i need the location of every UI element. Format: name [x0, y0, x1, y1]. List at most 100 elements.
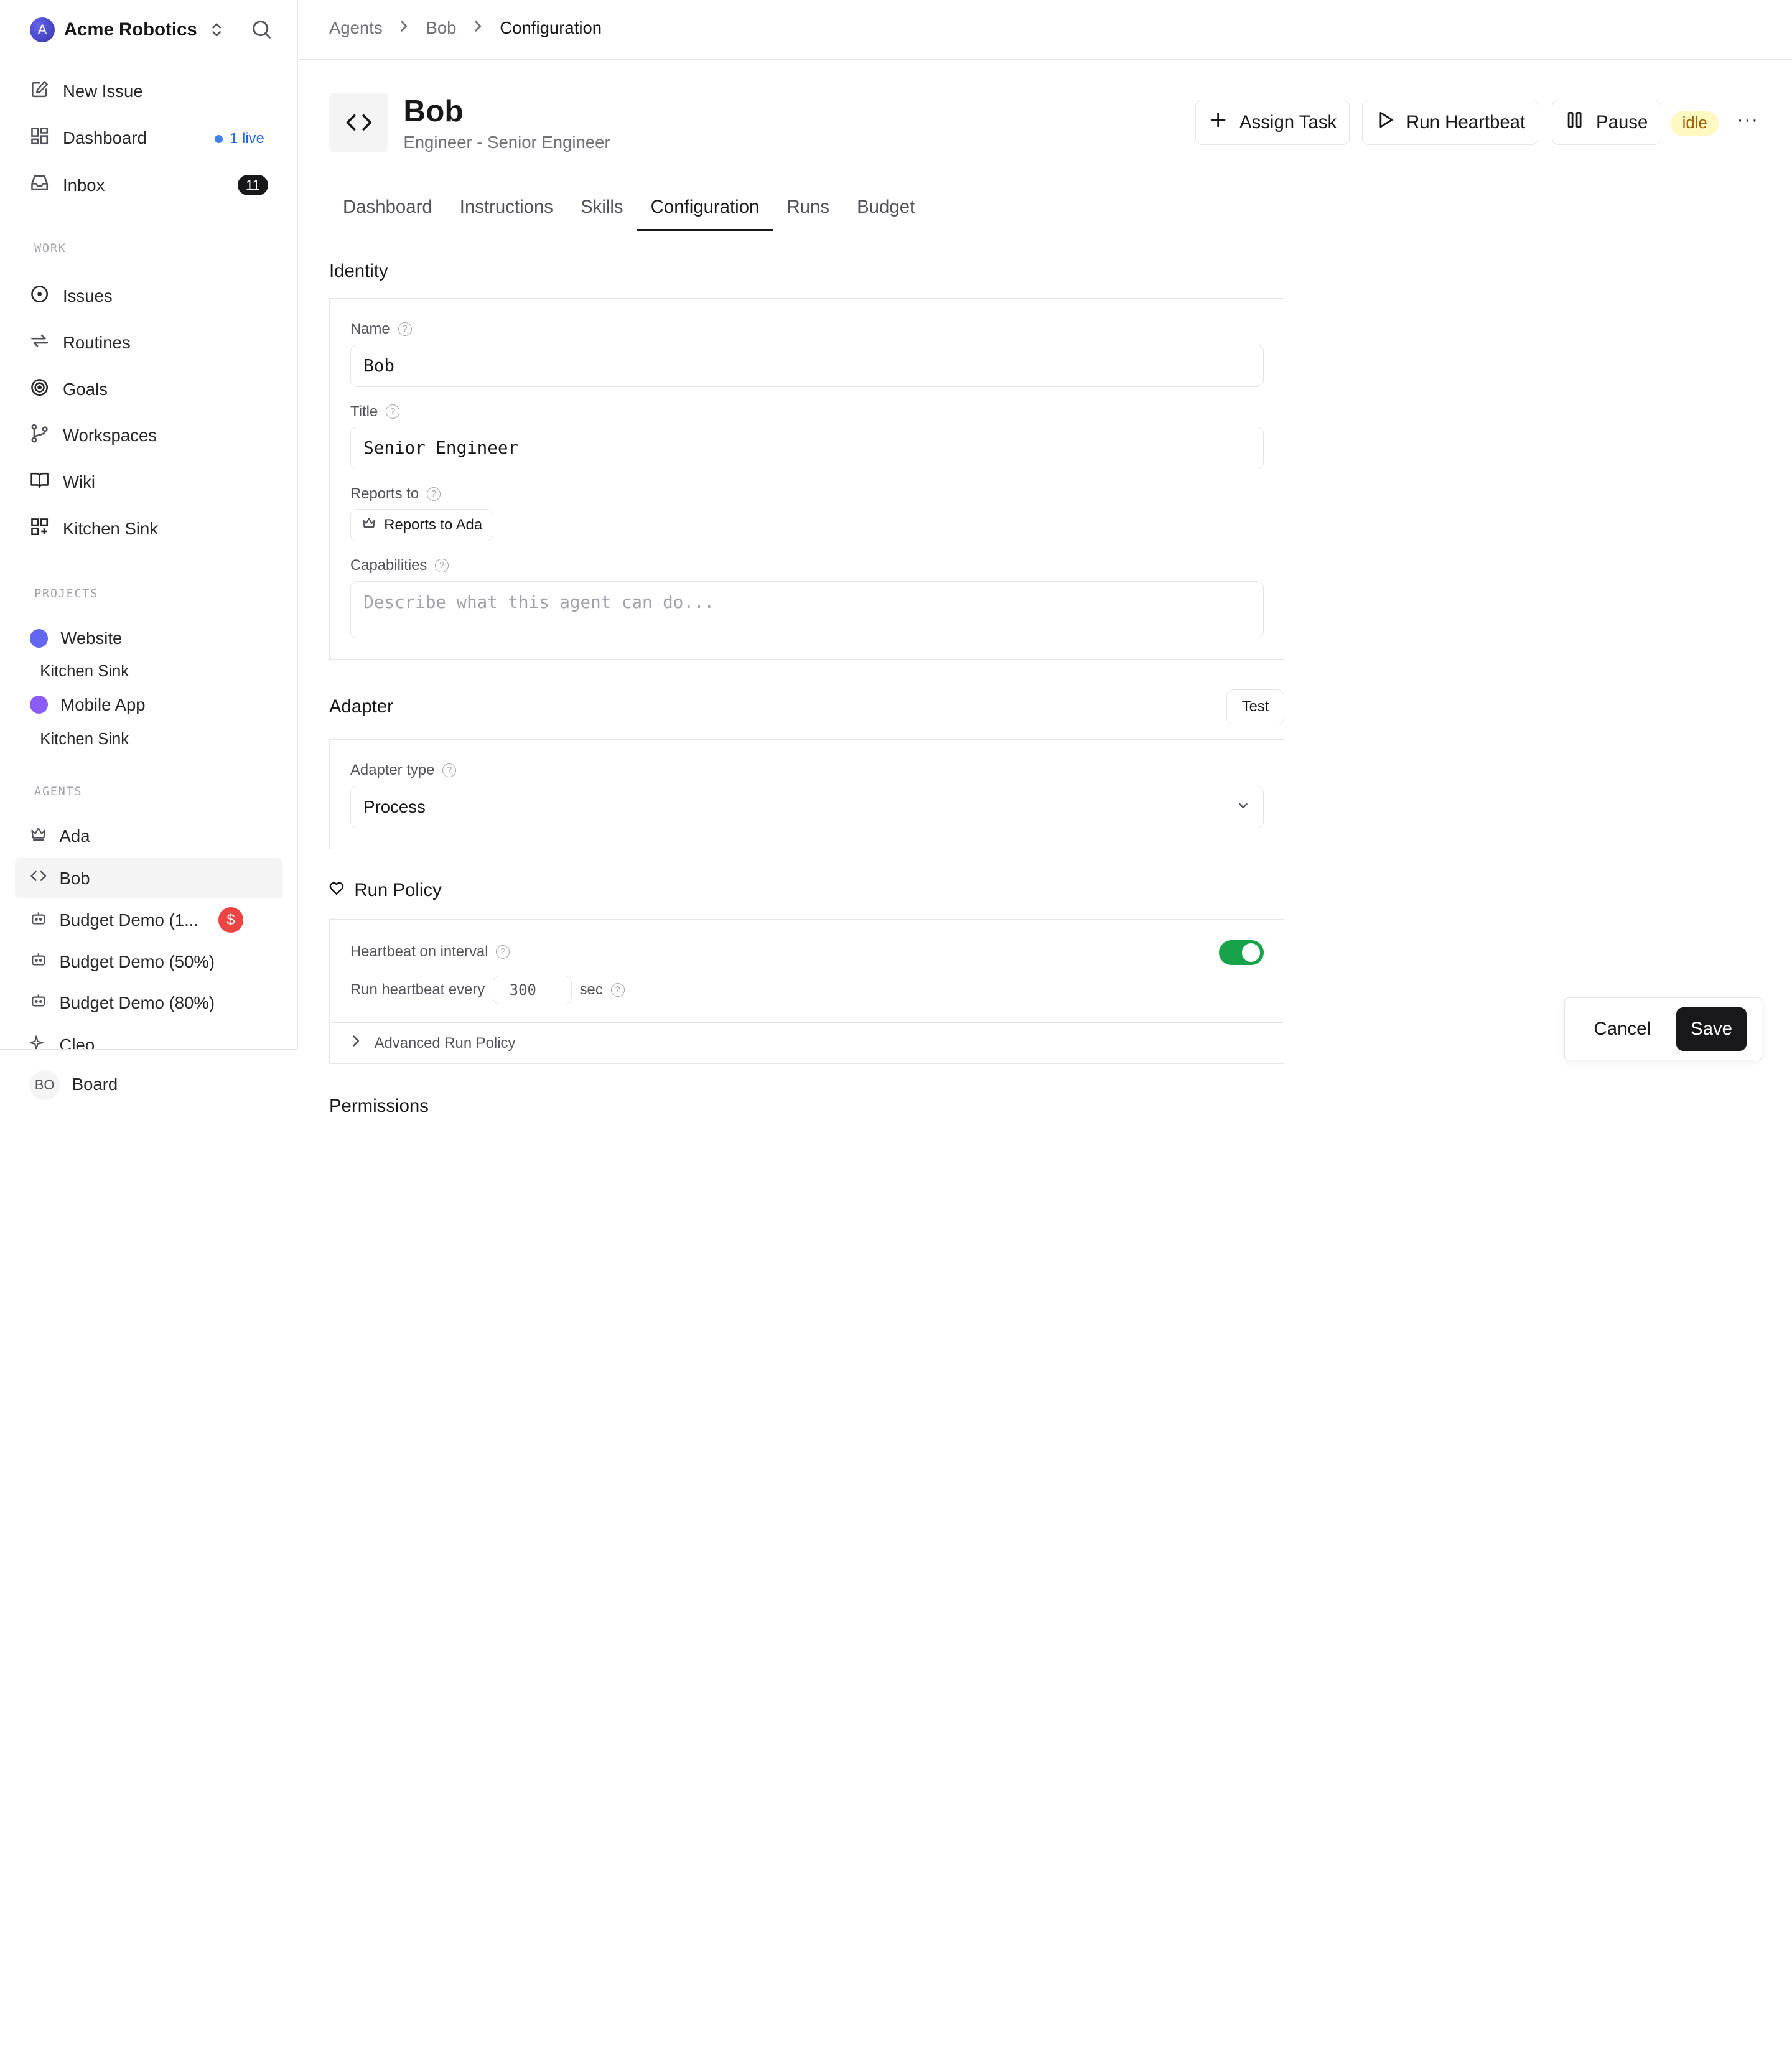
adapter-type-label: Adapter type ? — [350, 762, 457, 779]
plus-icon — [1208, 110, 1228, 134]
help-icon[interactable]: ? — [442, 763, 457, 778]
tab-budget[interactable]: Budget — [843, 190, 928, 231]
company-switcher[interactable]: A Acme Robotics — [29, 17, 222, 42]
agent-item-bob[interactable]: Bob — [14, 858, 282, 898]
tab-dashboard[interactable]: Dashboard — [329, 190, 446, 231]
tab-skills[interactable]: Skills — [567, 190, 637, 231]
bot-icon — [30, 910, 47, 931]
dashboard-grid-icon — [30, 126, 49, 150]
project-label: Mobile App — [60, 694, 146, 714]
save-button[interactable]: Save — [1676, 1007, 1747, 1051]
adapter-type-select[interactable]: Process — [350, 785, 1264, 828]
nav-issues[interactable]: Issues — [30, 282, 113, 310]
adapter-type-value: Process — [363, 796, 426, 816]
circle-dot-icon — [30, 284, 49, 308]
chevron-up-down-icon — [211, 22, 222, 38]
agent-label: Budget Demo (50%) — [59, 951, 215, 971]
project-mobile-app[interactable]: Mobile App — [29, 694, 146, 715]
status-badge: idle — [1671, 111, 1719, 136]
cancel-button[interactable]: Cancel — [1581, 1007, 1663, 1051]
breadcrumb-current: Configuration — [500, 18, 602, 38]
reports-to-value: Reports to Ada — [384, 516, 483, 534]
help-icon[interactable]: ? — [386, 404, 400, 419]
title-input[interactable]: Senior Engineer — [350, 427, 1264, 470]
nav-label: New Issue — [63, 81, 143, 101]
project-website[interactable]: Website — [29, 628, 123, 648]
pause-button[interactable]: Pause — [1552, 99, 1661, 146]
project-subitem[interactable]: Kitchen Sink — [40, 663, 129, 681]
agent-item-budget-demo-80[interactable]: Budget Demo (80%) — [15, 983, 282, 1023]
reports-to-select[interactable]: Reports to Ada — [350, 509, 493, 541]
capabilities-textarea[interactable]: Describe what this agent can do... — [350, 581, 1264, 638]
run-heartbeat-button[interactable]: Run Heartbeat — [1362, 99, 1539, 146]
sidebar-footer[interactable]: BO Board — [0, 1049, 299, 1120]
help-icon[interactable]: ? — [610, 982, 625, 997]
chevron-down-icon — [1236, 797, 1250, 817]
sidebar: A Acme Robotics New Issue Dashboard 1 li… — [0, 0, 299, 1120]
nav-new-issue[interactable]: New Issue — [30, 78, 143, 105]
label-text: Capabilities — [350, 557, 427, 574]
title-label: Title ? — [350, 403, 400, 421]
identity-card: Name ? Bob Title ? Senior Engineer Repor… — [329, 298, 1285, 660]
tab-instructions[interactable]: Instructions — [446, 190, 567, 231]
name-input[interactable]: Bob — [350, 344, 1264, 387]
permissions-section-title: Permissions — [329, 1096, 429, 1117]
section-label-work: WORK — [34, 242, 67, 256]
live-dot — [215, 134, 223, 143]
nav-routines[interactable]: Routines — [30, 329, 131, 357]
live-indicator: 1 live — [215, 130, 264, 147]
nav-label: Inbox — [63, 175, 105, 195]
target-icon — [30, 378, 49, 401]
heartbeat-toggle[interactable] — [1218, 940, 1264, 966]
nav-label: Dashboard — [63, 128, 147, 148]
heart-icon — [329, 880, 344, 901]
agent-role: Engineer - Senior Engineer — [403, 133, 610, 152]
section-label-agents: AGENTS — [34, 785, 83, 798]
agent-item-ada[interactable]: Ada — [15, 816, 282, 856]
adapter-card: Adapter type ? Process — [329, 739, 1285, 849]
nav-dashboard[interactable]: Dashboard — [30, 124, 147, 152]
company-name: Acme Robotics — [63, 19, 197, 40]
advanced-run-policy-toggle[interactable]: Advanced Run Policy — [329, 1022, 1283, 1063]
project-subitem[interactable]: Kitchen Sink — [40, 730, 129, 749]
chevron-right-icon — [472, 19, 483, 37]
heartbeat-interval-label: Heartbeat on interval ? — [350, 943, 510, 961]
tab-runs[interactable]: Runs — [773, 190, 843, 231]
breadcrumb-agents[interactable]: Agents — [329, 18, 383, 38]
breadcrumb-bob[interactable]: Bob — [426, 18, 456, 38]
nav-label: Wiki — [63, 472, 96, 492]
help-icon[interactable]: ? — [496, 945, 510, 959]
capabilities-label: Capabilities ? — [350, 557, 449, 574]
assign-task-button[interactable]: Assign Task — [1195, 99, 1350, 146]
nav-kitchen-sink[interactable]: Kitchen Sink — [30, 515, 158, 543]
company-logo: A — [29, 17, 55, 42]
help-icon[interactable]: ? — [398, 322, 412, 337]
interval-unit: sec — [579, 981, 603, 998]
inbox-icon — [30, 173, 49, 197]
nav-goals[interactable]: Goals — [30, 376, 108, 403]
inbox-count-badge: 11 — [238, 175, 268, 196]
help-icon[interactable]: ? — [426, 487, 441, 501]
live-label: 1 live — [230, 130, 264, 147]
tab-configuration[interactable]: Configuration — [637, 190, 773, 231]
interval-input[interactable]: 300 — [493, 975, 572, 1004]
nav-label: Routines — [63, 333, 131, 352]
heartbeat-interval-row: Run heartbeat every 300 sec ? — [350, 975, 625, 1004]
help-icon[interactable]: ? — [435, 559, 449, 573]
more-options-icon[interactable]: ··· — [1737, 110, 1759, 131]
save-bar: Cancel Save — [1564, 997, 1763, 1061]
nav-wiki[interactable]: Wiki — [30, 469, 95, 496]
nav-inbox[interactable]: Inbox — [30, 172, 105, 199]
project-label: Website — [60, 628, 123, 648]
search-icon[interactable] — [251, 19, 272, 40]
repeat-icon — [30, 331, 49, 355]
nav-workspaces[interactable]: Workspaces — [30, 422, 157, 449]
test-adapter-button[interactable]: Test — [1226, 689, 1285, 725]
board-label: Board — [72, 1075, 118, 1094]
project-color-dot — [29, 696, 49, 714]
nav-label: Goals — [63, 380, 108, 399]
adapter-section-title: Adapter — [329, 696, 393, 717]
reports-to-label: Reports to ? — [350, 485, 441, 503]
label-text: Reports to — [350, 485, 419, 502]
agent-item-budget-demo-50[interactable]: Budget Demo (50%) — [15, 941, 282, 981]
